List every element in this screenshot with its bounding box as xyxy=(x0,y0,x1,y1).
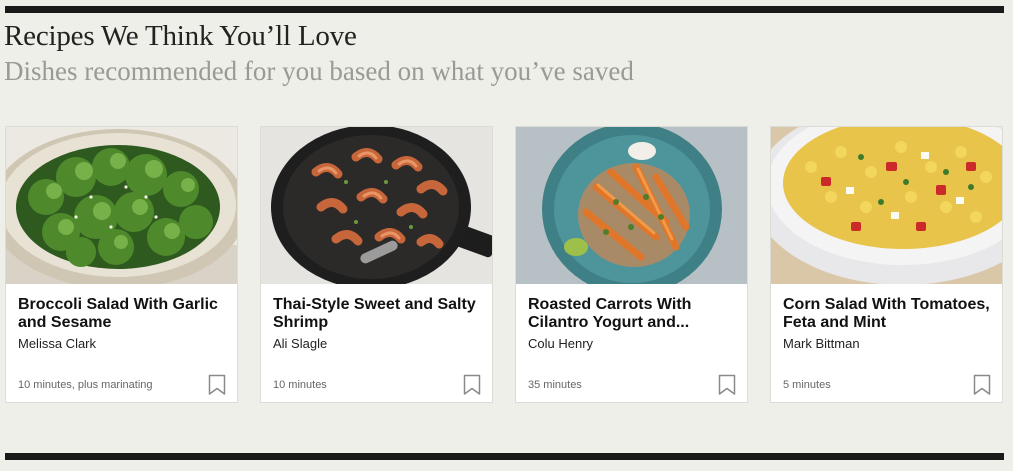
recipe-card-list: Broccoli Salad With Garlic and Sesame Me… xyxy=(5,126,1004,404)
recipe-time: 10 minutes, plus marinating xyxy=(18,379,153,391)
bottom-divider xyxy=(5,453,1004,460)
bookmark-icon[interactable] xyxy=(973,374,991,396)
broccoli-salad-photo[interactable] xyxy=(6,127,237,284)
recipe-author: Ali Slagle xyxy=(273,336,328,351)
top-divider xyxy=(5,6,1004,13)
recipe-time: 5 minutes xyxy=(783,379,831,391)
section-title: Recipes We Think You’ll Love xyxy=(4,20,357,52)
roasted-carrots-photo[interactable] xyxy=(516,127,747,284)
bookmark-icon[interactable] xyxy=(718,374,736,396)
recipe-title[interactable]: Broccoli Salad With Garlic and Sesame xyxy=(18,296,230,332)
recipe-card-broccoli-salad[interactable]: Broccoli Salad With Garlic and Sesame Me… xyxy=(5,126,238,403)
recipe-title[interactable]: Thai-Style Sweet and Salty Shrimp xyxy=(273,296,485,332)
recipe-title[interactable]: Roasted Carrots With Cilantro Yogurt and… xyxy=(528,296,740,332)
recipe-time: 10 minutes xyxy=(273,379,327,391)
recipe-time: 35 minutes xyxy=(528,379,582,391)
recipe-author: Colu Henry xyxy=(528,336,594,351)
shrimp-skillet-photo[interactable] xyxy=(261,127,492,284)
section-subtitle: Dishes recommended for you based on what… xyxy=(4,56,634,86)
recipe-card-corn-salad[interactable]: Corn Salad With Tomatoes, Feta and Mint … xyxy=(770,126,1003,403)
bookmark-icon[interactable] xyxy=(208,374,226,396)
bookmark-icon[interactable] xyxy=(463,374,481,396)
recipe-title[interactable]: Corn Salad With Tomatoes, Feta and Mint xyxy=(783,296,995,332)
recipe-author: Melissa Clark xyxy=(18,336,97,351)
recipe-card-roasted-carrots[interactable]: Roasted Carrots With Cilantro Yogurt and… xyxy=(515,126,748,403)
recipe-card-thai-shrimp[interactable]: Thai-Style Sweet and Salty Shrimp Ali Sl… xyxy=(260,126,493,403)
recipe-author: Mark Bittman xyxy=(783,336,860,351)
corn-salad-photo[interactable] xyxy=(771,127,1002,284)
